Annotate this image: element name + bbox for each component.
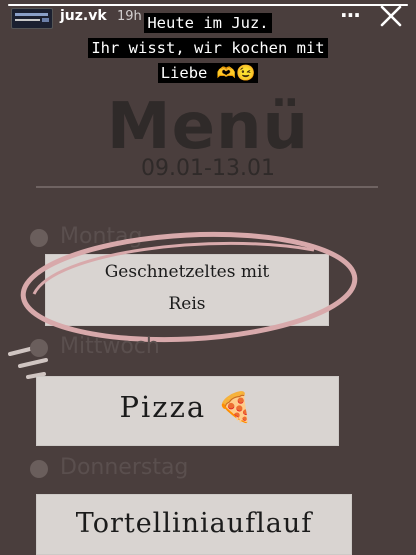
story-caption: Heute im Juz. Ihr wisst, wir kochen mit … bbox=[0, 11, 416, 86]
dish-card-mittwoch: Pizza 🍕 bbox=[36, 376, 339, 446]
divider bbox=[36, 186, 378, 188]
date-range: 09.01-13.01 bbox=[141, 156, 275, 181]
dish-card-donnerstag: Tortelliniauflauf bbox=[36, 494, 352, 555]
caption-line-2: Ihr wisst, wir kochen mit bbox=[88, 38, 328, 58]
day-label-donnerstag: Donnerstag bbox=[60, 455, 189, 480]
menu-title: Menü bbox=[106, 90, 310, 164]
caption-line-1: Heute im Juz. bbox=[144, 13, 272, 33]
dish-text-donnerstag: Tortelliniauflauf bbox=[75, 508, 313, 539]
bullet-dot bbox=[30, 460, 48, 478]
day-label-mittwoch: Mittwoch bbox=[60, 334, 160, 359]
bullet-dot bbox=[30, 339, 48, 357]
pink-highlight-circle bbox=[20, 231, 358, 343]
dish-text-mittwoch: Pizza 🍕 bbox=[119, 390, 256, 424]
caption-line-3: Liebe 🫶😉 bbox=[157, 63, 259, 83]
